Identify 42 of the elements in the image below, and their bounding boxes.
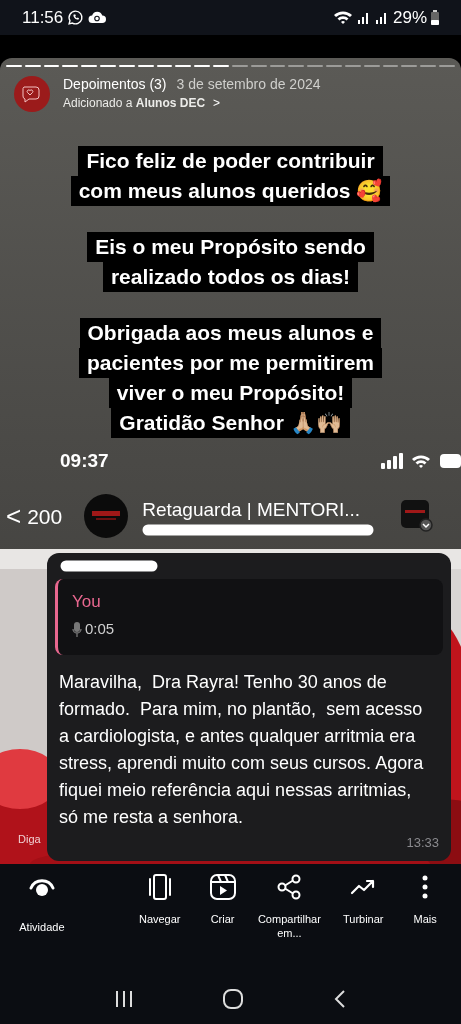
message-time: 13:33 [406,834,439,853]
signal-icon [374,10,389,25]
share-icon [276,874,303,900]
back-icon[interactable] [333,990,346,1009]
voice-duration: 0:05 [85,619,115,640]
clock: 09:37 [60,449,109,474]
signal-icon [356,10,371,25]
eye-icon [27,876,56,898]
toolbar-button[interactable]: Criar [197,872,248,926]
back-button[interactable]: < 200 [6,500,63,533]
chevron[interactable]: > [213,96,221,112]
message-input-hint: Diga [18,832,41,847]
home-icon[interactable] [223,989,244,1010]
toolbar-button[interactable]: Turbinar [331,872,396,926]
toolbar-button[interactable]: Mais [395,872,455,926]
group-avatar-icon[interactable] [84,494,129,539]
clapperboard-icon [209,874,236,900]
chat-title[interactable]: Retaguarda | MENTORI... [142,496,401,525]
highlight-title: Depoimentos (3) [63,75,167,94]
battery-icon [431,9,439,25]
toolbar-button[interactable]: Atividade [6,872,78,934]
chat-app-icon [67,8,85,26]
wifi-icon [411,453,431,470]
microphone-icon [72,621,82,638]
message-text: Maravilha, Dra Rayra! Tenho 30 anos de formado. Para mim, no plantão, sem acesso a cardiologista, e antes qualquer arritmia era stress, aprendi muito com seus cursos. Agora fiquei meio referência aqui nessas arritmias, só me resta a senhora. [58,671,425,829]
reply-quote[interactable]: You 0:05 [55,579,443,655]
recent-apps-icon[interactable] [115,991,134,1008]
cloud-icon [88,10,107,25]
signal-icon [381,453,403,470]
more-icon [422,875,429,899]
clock: 11:56 [22,6,64,29]
battery-percent: 29% [392,6,427,29]
toolbar-button[interactable]: Navegar [121,872,198,926]
battery-icon [439,453,461,470]
wifi-icon [332,9,353,26]
reply-author: You [72,591,102,613]
added-to-link[interactable]: Adicionado a Alunos DEC [63,96,206,112]
trending-icon [350,877,377,897]
profile-icon[interactable] [401,500,433,533]
story-date: 3 de setembro de 2024 [176,75,321,94]
toolbar-button[interactable]: Compartilhar em... [247,872,332,940]
highlight-avatar-icon[interactable] [14,75,50,112]
